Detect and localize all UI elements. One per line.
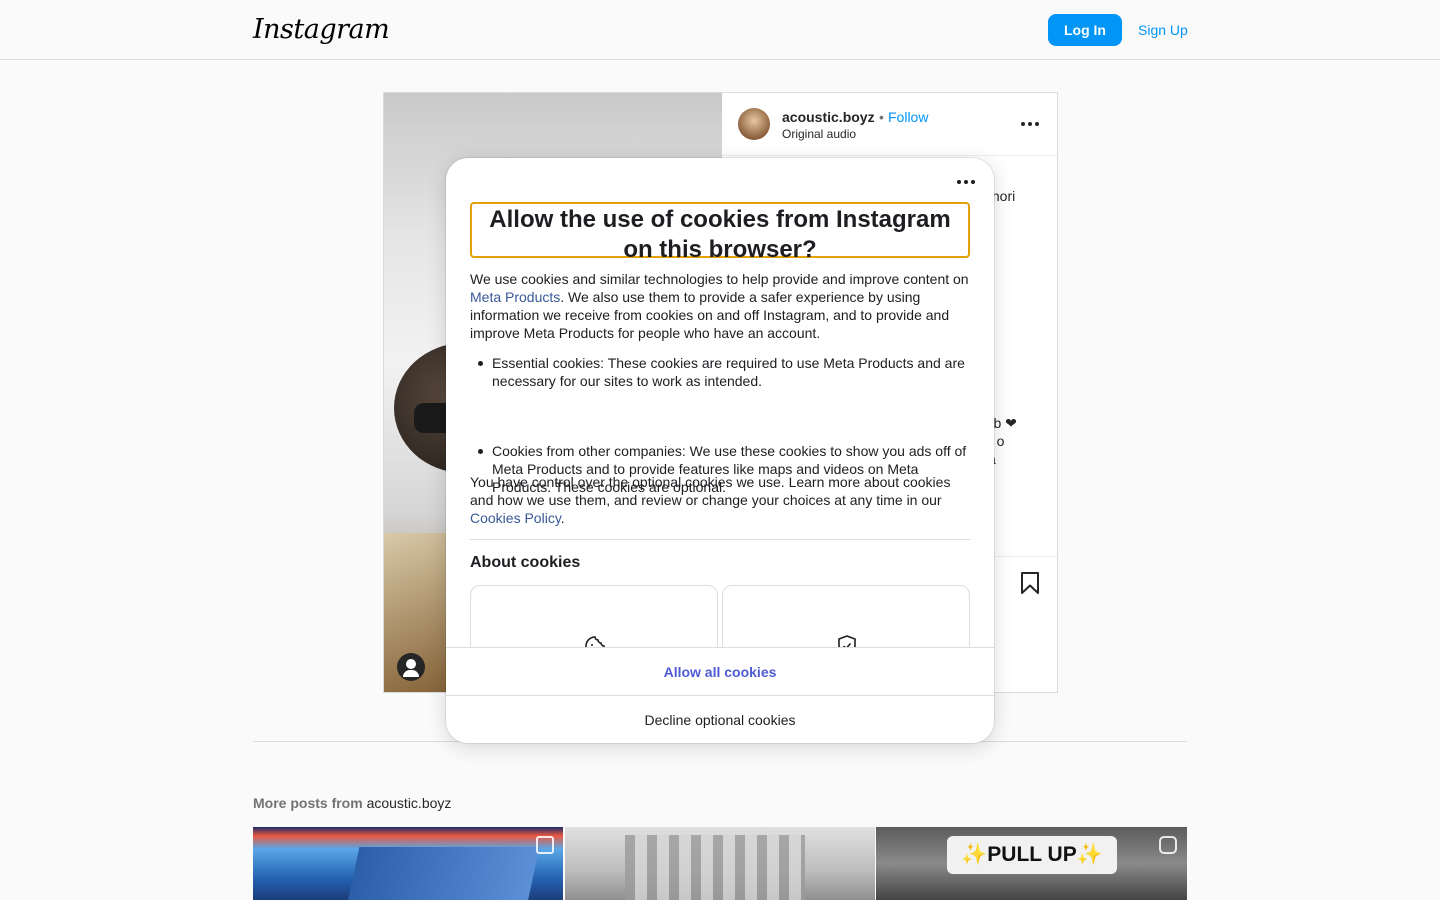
- dialog-title: Allow the use of cookies from Instagram …: [470, 202, 970, 263]
- about-cookies-card[interactable]: [722, 585, 970, 647]
- list-item: Essential cookies: These cookies are req…: [470, 354, 970, 390]
- dialog-intro: We use cookies and similar technologies …: [470, 270, 970, 342]
- shield-check-icon: [838, 635, 856, 647]
- about-cookies-card[interactable]: [470, 585, 718, 647]
- dialog-divider: [470, 539, 970, 540]
- intro-text: We use cookies and similar technologies …: [470, 271, 969, 287]
- control-text: You have control over the optional cooki…: [470, 474, 951, 508]
- cookie-icon: [585, 636, 605, 647]
- allow-all-cookies-button[interactable]: Allow all cookies: [446, 647, 994, 695]
- control-end: .: [560, 510, 565, 526]
- cookie-consent-dialog: Allow the use of cookies from Instagram …: [446, 158, 994, 743]
- dialog-control-text: You have control over the optional cooki…: [470, 473, 970, 527]
- decline-optional-cookies-button[interactable]: Decline optional cookies: [446, 695, 994, 743]
- about-cookies-heading: About cookies: [470, 554, 581, 571]
- dialog-more-icon[interactable]: [954, 176, 978, 188]
- dialog-scroll-area[interactable]: Allow the use of cookies from Instagram …: [446, 198, 994, 647]
- meta-products-link[interactable]: Meta Products: [470, 289, 560, 305]
- cookies-policy-link[interactable]: Cookies Policy: [470, 510, 561, 526]
- cookie-types-list: Essential cookies: These cookies are req…: [470, 354, 970, 495]
